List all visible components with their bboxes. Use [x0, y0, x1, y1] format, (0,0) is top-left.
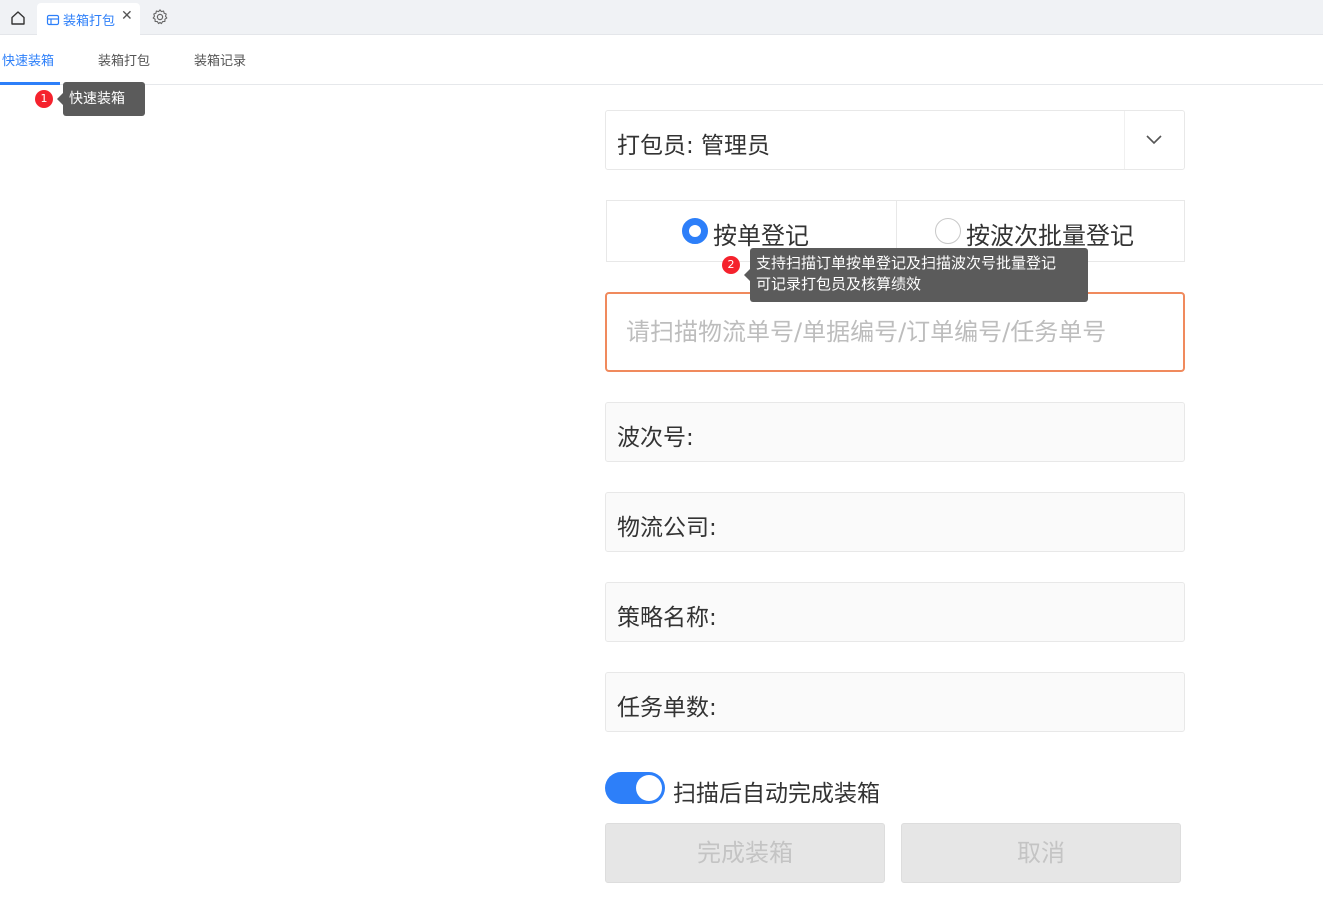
packer-select[interactable]: 打包员: 管理员: [605, 110, 1185, 170]
wave-number-field: 波次号:: [605, 402, 1185, 462]
toggle-knob: [636, 775, 662, 801]
close-icon[interactable]: ✕: [121, 8, 133, 24]
complete-packing-button[interactable]: 完成装箱: [605, 823, 885, 883]
guide-tooltip-2: 支持扫描订单按单登记及扫描波次号批量登记 可记录打包员及核算绩效: [744, 248, 1088, 302]
guide-tooltip-1-text: 快速装箱: [69, 91, 125, 107]
radio-unselected-icon[interactable]: [935, 218, 961, 244]
gear-icon[interactable]: [151, 8, 169, 26]
guide-step-badge-1: 1: [35, 90, 53, 108]
auto-complete-toggle[interactable]: [605, 772, 665, 804]
task-count-label: 任务单数:: [617, 695, 717, 721]
logistics-company-field: 物流公司:: [605, 492, 1185, 552]
sub-navigation: 快速装箱 装箱打包 装箱记录: [0, 35, 1323, 85]
active-tab-indicator: [0, 82, 60, 85]
radio-selected-icon[interactable]: [682, 218, 708, 244]
scan-input[interactable]: [605, 292, 1185, 372]
package-icon: [46, 12, 60, 26]
subtab-quick-packing[interactable]: 快速装箱: [2, 50, 54, 69]
guide-tooltip-2-line1: 支持扫描订单按单登记及扫描波次号批量登记: [756, 254, 1057, 272]
tab-strip: 装箱打包 ✕: [0, 0, 1323, 35]
subtab-packing[interactable]: 装箱打包: [98, 50, 150, 69]
cancel-button[interactable]: 取消: [901, 823, 1181, 883]
packer-select-value: 打包员: 管理员: [617, 133, 771, 159]
home-icon[interactable]: [8, 8, 28, 28]
radio-label-by-order: 按单登记: [713, 222, 809, 250]
strategy-name-label: 策略名称:: [617, 605, 717, 631]
wave-number-label: 波次号:: [617, 425, 694, 451]
tab-label: 装箱打包: [63, 14, 116, 29]
chevron-down-icon[interactable]: [1124, 111, 1184, 169]
strategy-name-field: 策略名称:: [605, 582, 1185, 642]
subtab-packing-records[interactable]: 装箱记录: [194, 50, 246, 69]
logistics-company-label: 物流公司:: [617, 515, 717, 541]
auto-complete-label: 扫描后自动完成装箱: [673, 781, 880, 807]
guide-step-badge-2: 2: [722, 256, 740, 274]
radio-label-by-wave: 按波次批量登记: [966, 222, 1134, 250]
guide-tooltip-1: 快速装箱: [57, 82, 145, 116]
guide-tooltip-2-line2: 可记录打包员及核算绩效: [756, 275, 922, 293]
task-count-field: 任务单数:: [605, 672, 1185, 732]
tab-packing[interactable]: 装箱打包 ✕: [37, 3, 140, 35]
